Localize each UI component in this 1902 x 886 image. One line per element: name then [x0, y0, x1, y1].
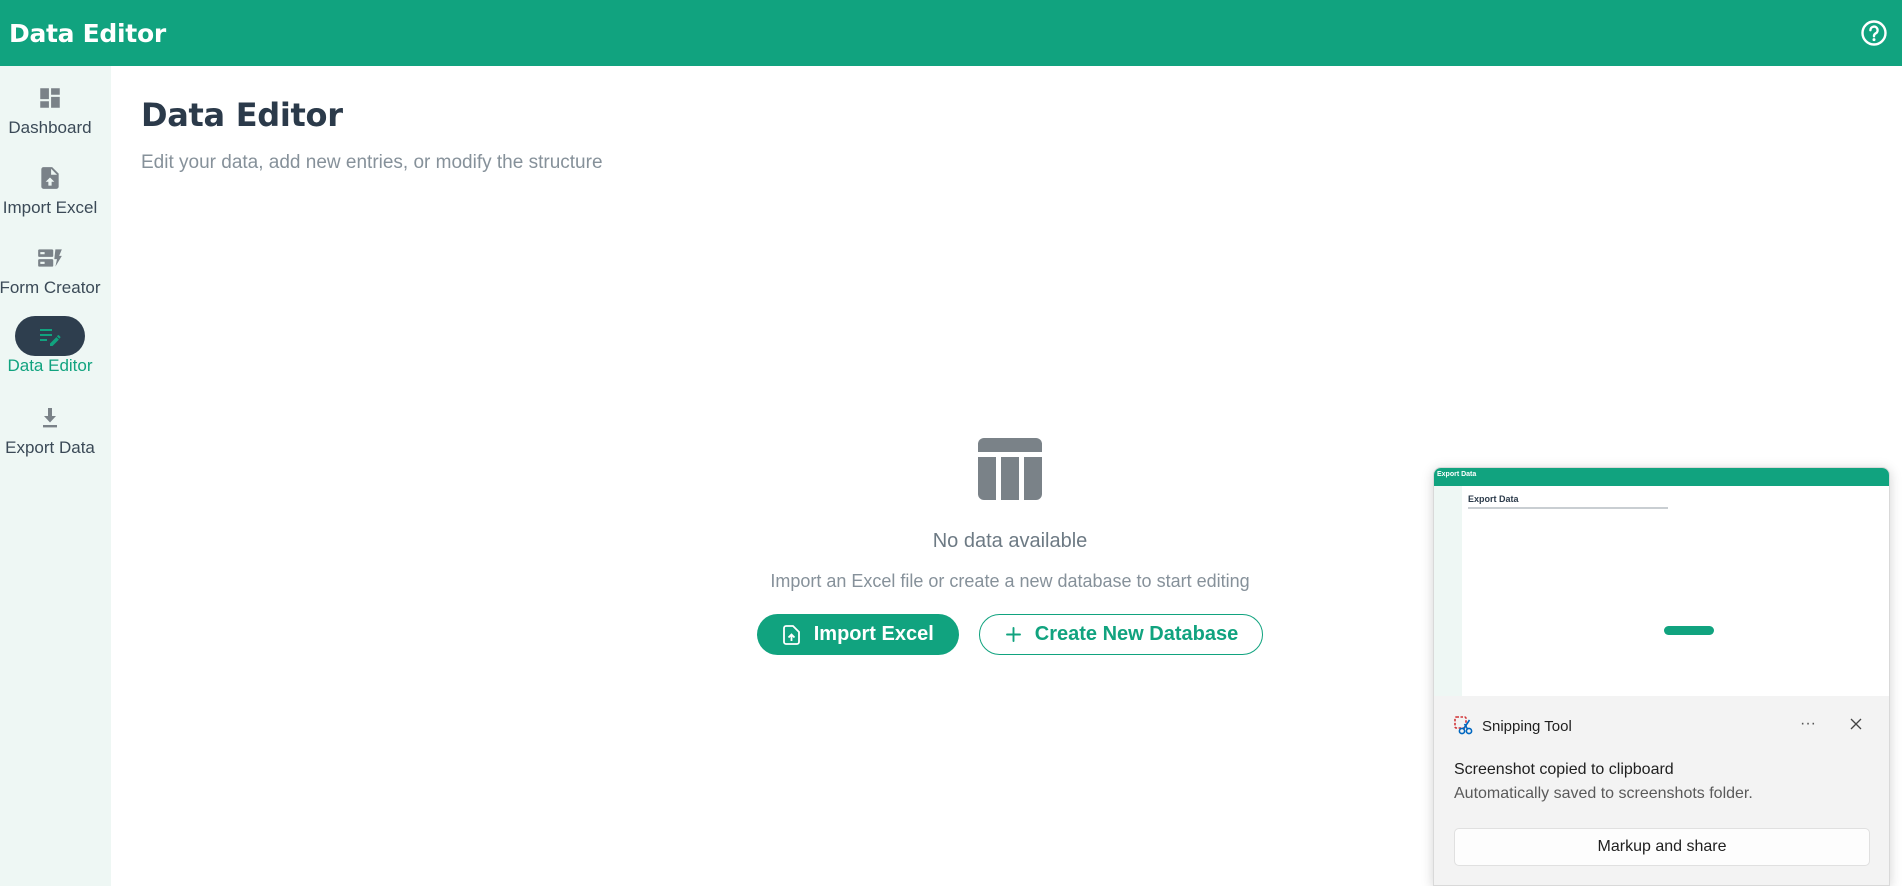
sidebar-item-label: Import Excel [2, 198, 98, 217]
sidebar-item-import-excel[interactable]: Import Excel [0, 158, 100, 232]
create-new-database-label: Create New Database [1034, 623, 1239, 645]
app-bar: Data Editor [0, 0, 1902, 66]
sidebar-item-data-editor[interactable]: Data Editor [0, 316, 100, 390]
sidebar: Dashboard Import Excel Form Creator Data… [0, 66, 111, 886]
empty-state-text: Import an Excel file or create a new dat… [770, 571, 1250, 591]
snipping-tool-icon [1454, 716, 1473, 735]
download-icon [43, 408, 57, 428]
import-excel-button[interactable]: Import Excel [756, 614, 959, 655]
sidebar-item-label: Dashboard [8, 118, 92, 137]
edit-note-icon [40, 329, 61, 346]
toast-body: Automatically saved to screenshots folde… [1454, 785, 1753, 802]
sidebar-item-label: Form Creator [0, 278, 101, 297]
table-icon [978, 438, 1042, 500]
snipping-tool-notification[interactable]: Export Data Export Data Snipping Tool ··… [1433, 467, 1890, 886]
page-subtitle: Edit your data, add new entries, or modi… [141, 152, 603, 173]
import-excel-label: Import Excel [813, 623, 934, 645]
thumbnail-title: Export Data [1468, 494, 1519, 504]
file-upload-icon [41, 167, 59, 189]
toast-app-header: Snipping Tool [1454, 716, 1572, 736]
create-new-database-button[interactable]: Create New Database [978, 614, 1264, 655]
page-title: Data Editor [141, 96, 343, 134]
dashboard-icon [40, 88, 60, 108]
plus-icon [1005, 627, 1021, 642]
thumbnail-bar-title: Export Data [1437, 471, 1477, 478]
toast-app-name: Snipping Tool [1482, 717, 1572, 735]
close-button[interactable] [1842, 710, 1870, 738]
sidebar-item-form-creator[interactable]: Form Creator [0, 238, 101, 312]
more-options-button[interactable]: ··· [1794, 710, 1822, 738]
sidebar-item-dashboard[interactable]: Dashboard [0, 78, 100, 152]
close-icon [1850, 718, 1862, 730]
toast-heading: Screenshot copied to clipboard [1454, 761, 1674, 778]
form-icon [38, 249, 62, 267]
sidebar-item-label: Export Data [5, 438, 95, 457]
markup-and-share-button[interactable]: Markup and share [1454, 828, 1870, 866]
empty-state: No data available Import an Excel file o… [700, 438, 1320, 655]
help-button[interactable] [1858, 17, 1890, 49]
file-upload-icon [782, 624, 800, 645]
empty-state-actions: Import Excel Create New Database [756, 614, 1264, 655]
app-title: Data Editor [9, 18, 166, 48]
empty-state-title: No data available [932, 530, 1088, 552]
sidebar-item-export-data[interactable]: Export Data [0, 398, 100, 472]
sidebar-item-label: Data Editor [7, 356, 93, 375]
help-circle-icon [1861, 20, 1887, 46]
active-pill [15, 316, 85, 356]
screenshot-thumbnail[interactable]: Export Data Export Data [1434, 468, 1889, 696]
